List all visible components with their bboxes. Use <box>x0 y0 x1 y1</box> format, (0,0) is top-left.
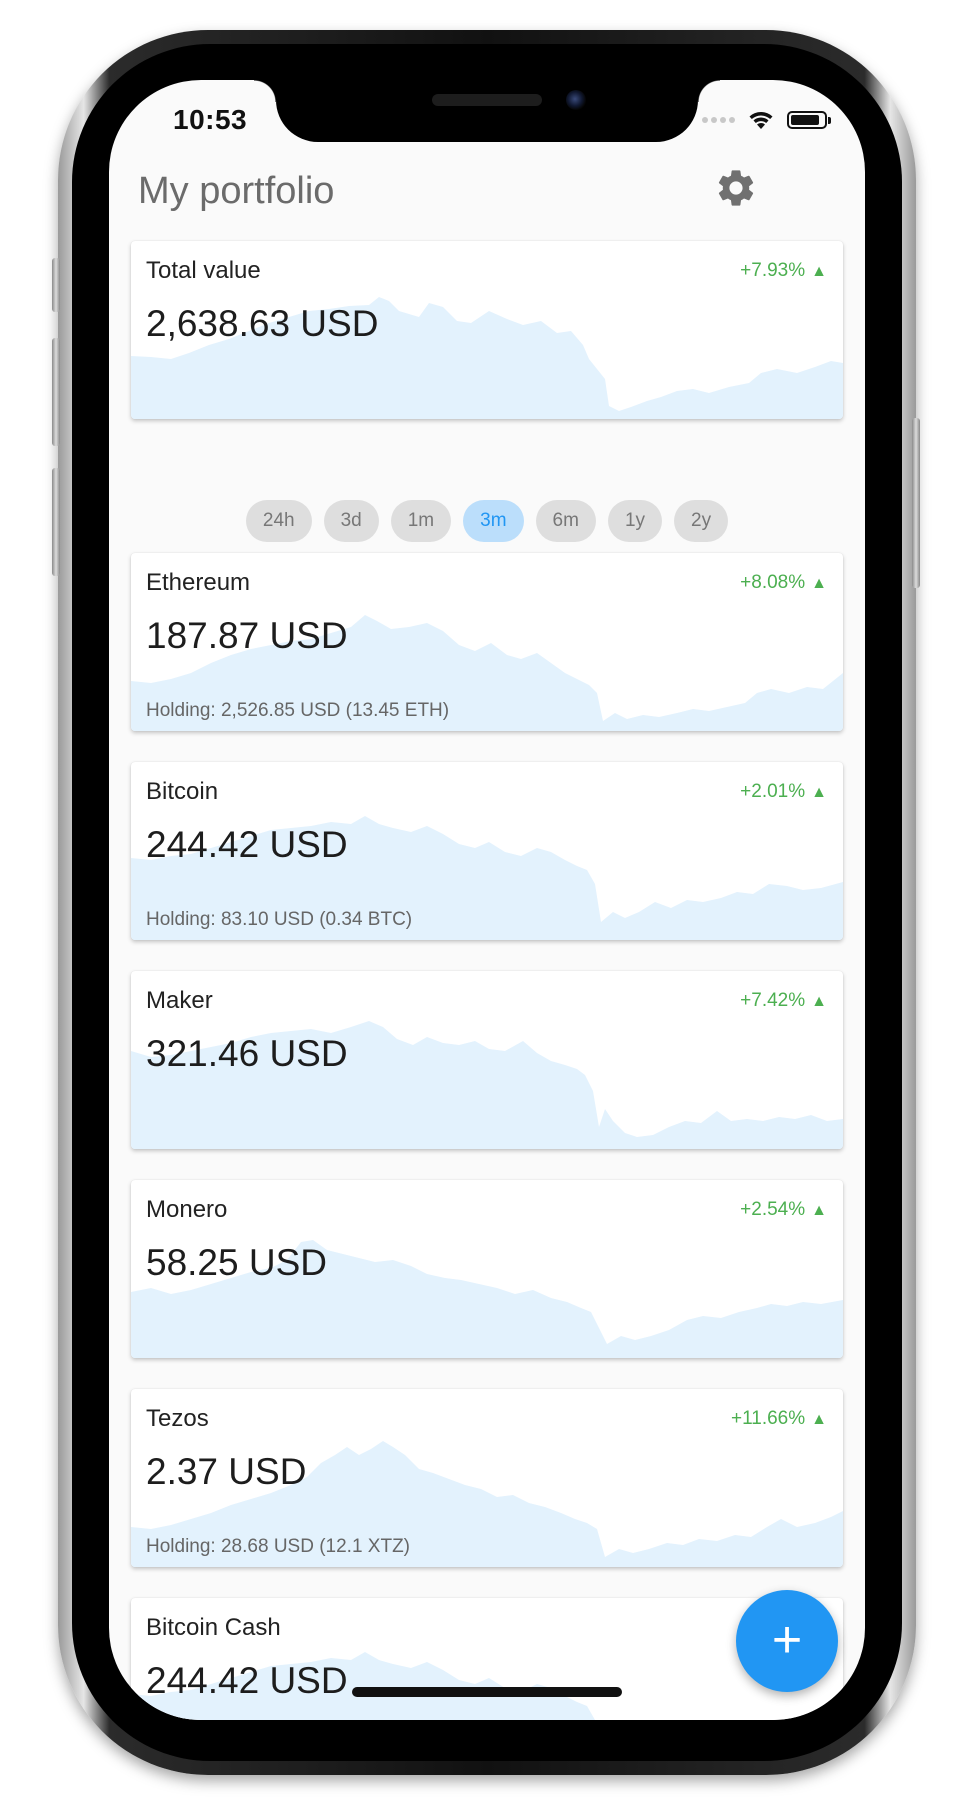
range-chip-3m[interactable]: 3m <box>463 500 524 542</box>
speaker <box>432 94 542 106</box>
add-asset-button[interactable]: + <box>736 1590 838 1692</box>
arrow-up-icon: ▲ <box>811 575 827 592</box>
asset-value: 321.46 USD <box>146 1033 348 1074</box>
front-camera <box>566 90 586 110</box>
asset-card-monero[interactable]: Monero +2.54% ▲ 58.25 USD <box>131 1180 843 1358</box>
asset-card-maker[interactable]: Maker +7.42% ▲ 321.46 USD <box>131 971 843 1149</box>
asset-holding: Holding: 2,526.85 USD (13.45 ETH) <box>146 700 450 721</box>
total-value: 2,638.63 USD <box>146 303 379 344</box>
gear-icon[interactable] <box>714 166 758 210</box>
asset-card-ethereum[interactable]: Ethereum +8.08% ▲ 187.87 USD Holding: 2,5… <box>131 553 843 731</box>
arrow-up-icon: ▲ <box>811 993 827 1010</box>
asset-change: +7.42% ▲ <box>740 990 827 1011</box>
total-change: +7.93% ▲ <box>740 260 827 281</box>
asset-value: 58.25 USD <box>146 1242 327 1283</box>
asset-change: +2.01% ▲ <box>740 781 827 802</box>
asset-change: +8.08% ▲ <box>740 572 827 593</box>
power-button <box>912 418 920 588</box>
arrow-up-icon: ▲ <box>811 1411 827 1428</box>
status-icons <box>702 110 831 130</box>
range-chip-1m[interactable]: 1m <box>390 500 452 542</box>
add-icon: + <box>771 1611 803 1669</box>
asset-holding: Holding: 83.10 USD (0.34 BTC) <box>146 909 413 930</box>
battery-icon <box>787 111 831 129</box>
asset-name: Monero <box>146 1196 228 1223</box>
asset-card-bitcoin[interactable]: Bitcoin +2.01% ▲ 244.42 USD Holding: 83.1… <box>131 762 843 940</box>
arrow-up-icon: ▲ <box>811 784 827 801</box>
asset-name: Bitcoin Cash <box>146 1614 281 1641</box>
range-chip-1y[interactable]: 1y <box>607 500 663 542</box>
asset-card-bitcoin-cash[interactable]: Bitcoin Cash 244.42 USD <box>131 1598 843 1720</box>
range-chip-2y[interactable]: 2y <box>674 500 729 542</box>
range-chip-3d[interactable]: 3d <box>323 500 379 542</box>
range-chip-6m[interactable]: 6m <box>535 500 596 542</box>
arrow-up-icon: ▲ <box>811 1202 827 1219</box>
asset-name: Tezos <box>146 1405 209 1432</box>
app-screen: 10:53 My portfolio Total value +7.93% ▲ 2… <box>109 80 865 1720</box>
mute-switch <box>52 258 60 312</box>
total-value-card[interactable]: Total value +7.93% ▲ 2,638.63 USD <box>131 241 843 419</box>
asset-value: 244.42 USD <box>146 824 348 865</box>
home-indicator[interactable] <box>352 1687 622 1697</box>
asset-change: +2.54% ▲ <box>740 1199 827 1220</box>
volume-up-button <box>52 338 60 446</box>
volume-down-button <box>52 468 60 576</box>
asset-name: Maker <box>146 987 213 1014</box>
asset-name: Ethereum <box>146 569 251 596</box>
wifi-icon <box>749 112 773 129</box>
time-range-selector: 24h 3d 1m 3m 6m 1y 2y <box>109 500 865 542</box>
signal-icon <box>702 117 735 123</box>
asset-holding: Holding: 28.68 USD (12.1 XTZ) <box>146 1536 411 1557</box>
asset-card-tezos[interactable]: Tezos +11.66% ▲ 2.37 USD Holding: 28.68 U… <box>131 1389 843 1567</box>
asset-name: Bitcoin <box>146 778 219 805</box>
range-chip-24h[interactable]: 24h <box>245 500 312 542</box>
asset-change: +11.66% ▲ <box>731 1408 827 1429</box>
arrow-up-icon: ▲ <box>811 263 827 280</box>
total-label: Total value <box>146 257 261 284</box>
page-title: My portfolio <box>138 170 335 212</box>
asset-value: 2.37 USD <box>146 1451 307 1492</box>
notch <box>254 80 720 142</box>
status-time: 10:53 <box>173 104 248 135</box>
asset-value: 244.42 USD <box>146 1660 348 1701</box>
asset-value: 187.87 USD <box>146 615 348 656</box>
